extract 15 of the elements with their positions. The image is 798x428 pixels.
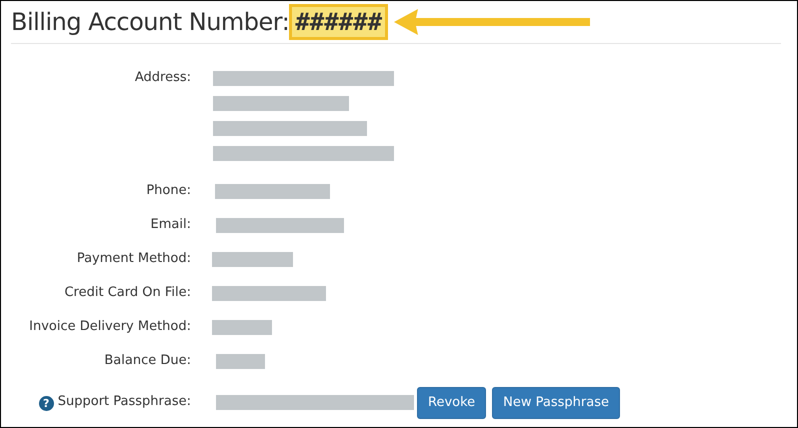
field-label: Email: (150, 216, 191, 234)
help-icon[interactable]: ? (38, 396, 54, 411)
action-button[interactable]: New Passphrase (492, 387, 620, 418)
field-label: Address: (134, 69, 191, 87)
page-title: Billing Account Number: (11, 7, 290, 38)
field-label: Phone: (145, 182, 191, 200)
field-label: Support Passphrase: (58, 394, 191, 409)
redacted-bar (216, 354, 265, 369)
action-button[interactable]: Revoke (417, 387, 486, 418)
field-label: Invoice Delivery Method: (28, 318, 191, 336)
field-label: Balance Due: (103, 352, 191, 370)
field-label: Payment Method: (76, 250, 191, 268)
account-number: ###### (289, 4, 388, 40)
field-label: Credit Card On File: (63, 284, 191, 302)
redacted-bar (212, 320, 272, 335)
